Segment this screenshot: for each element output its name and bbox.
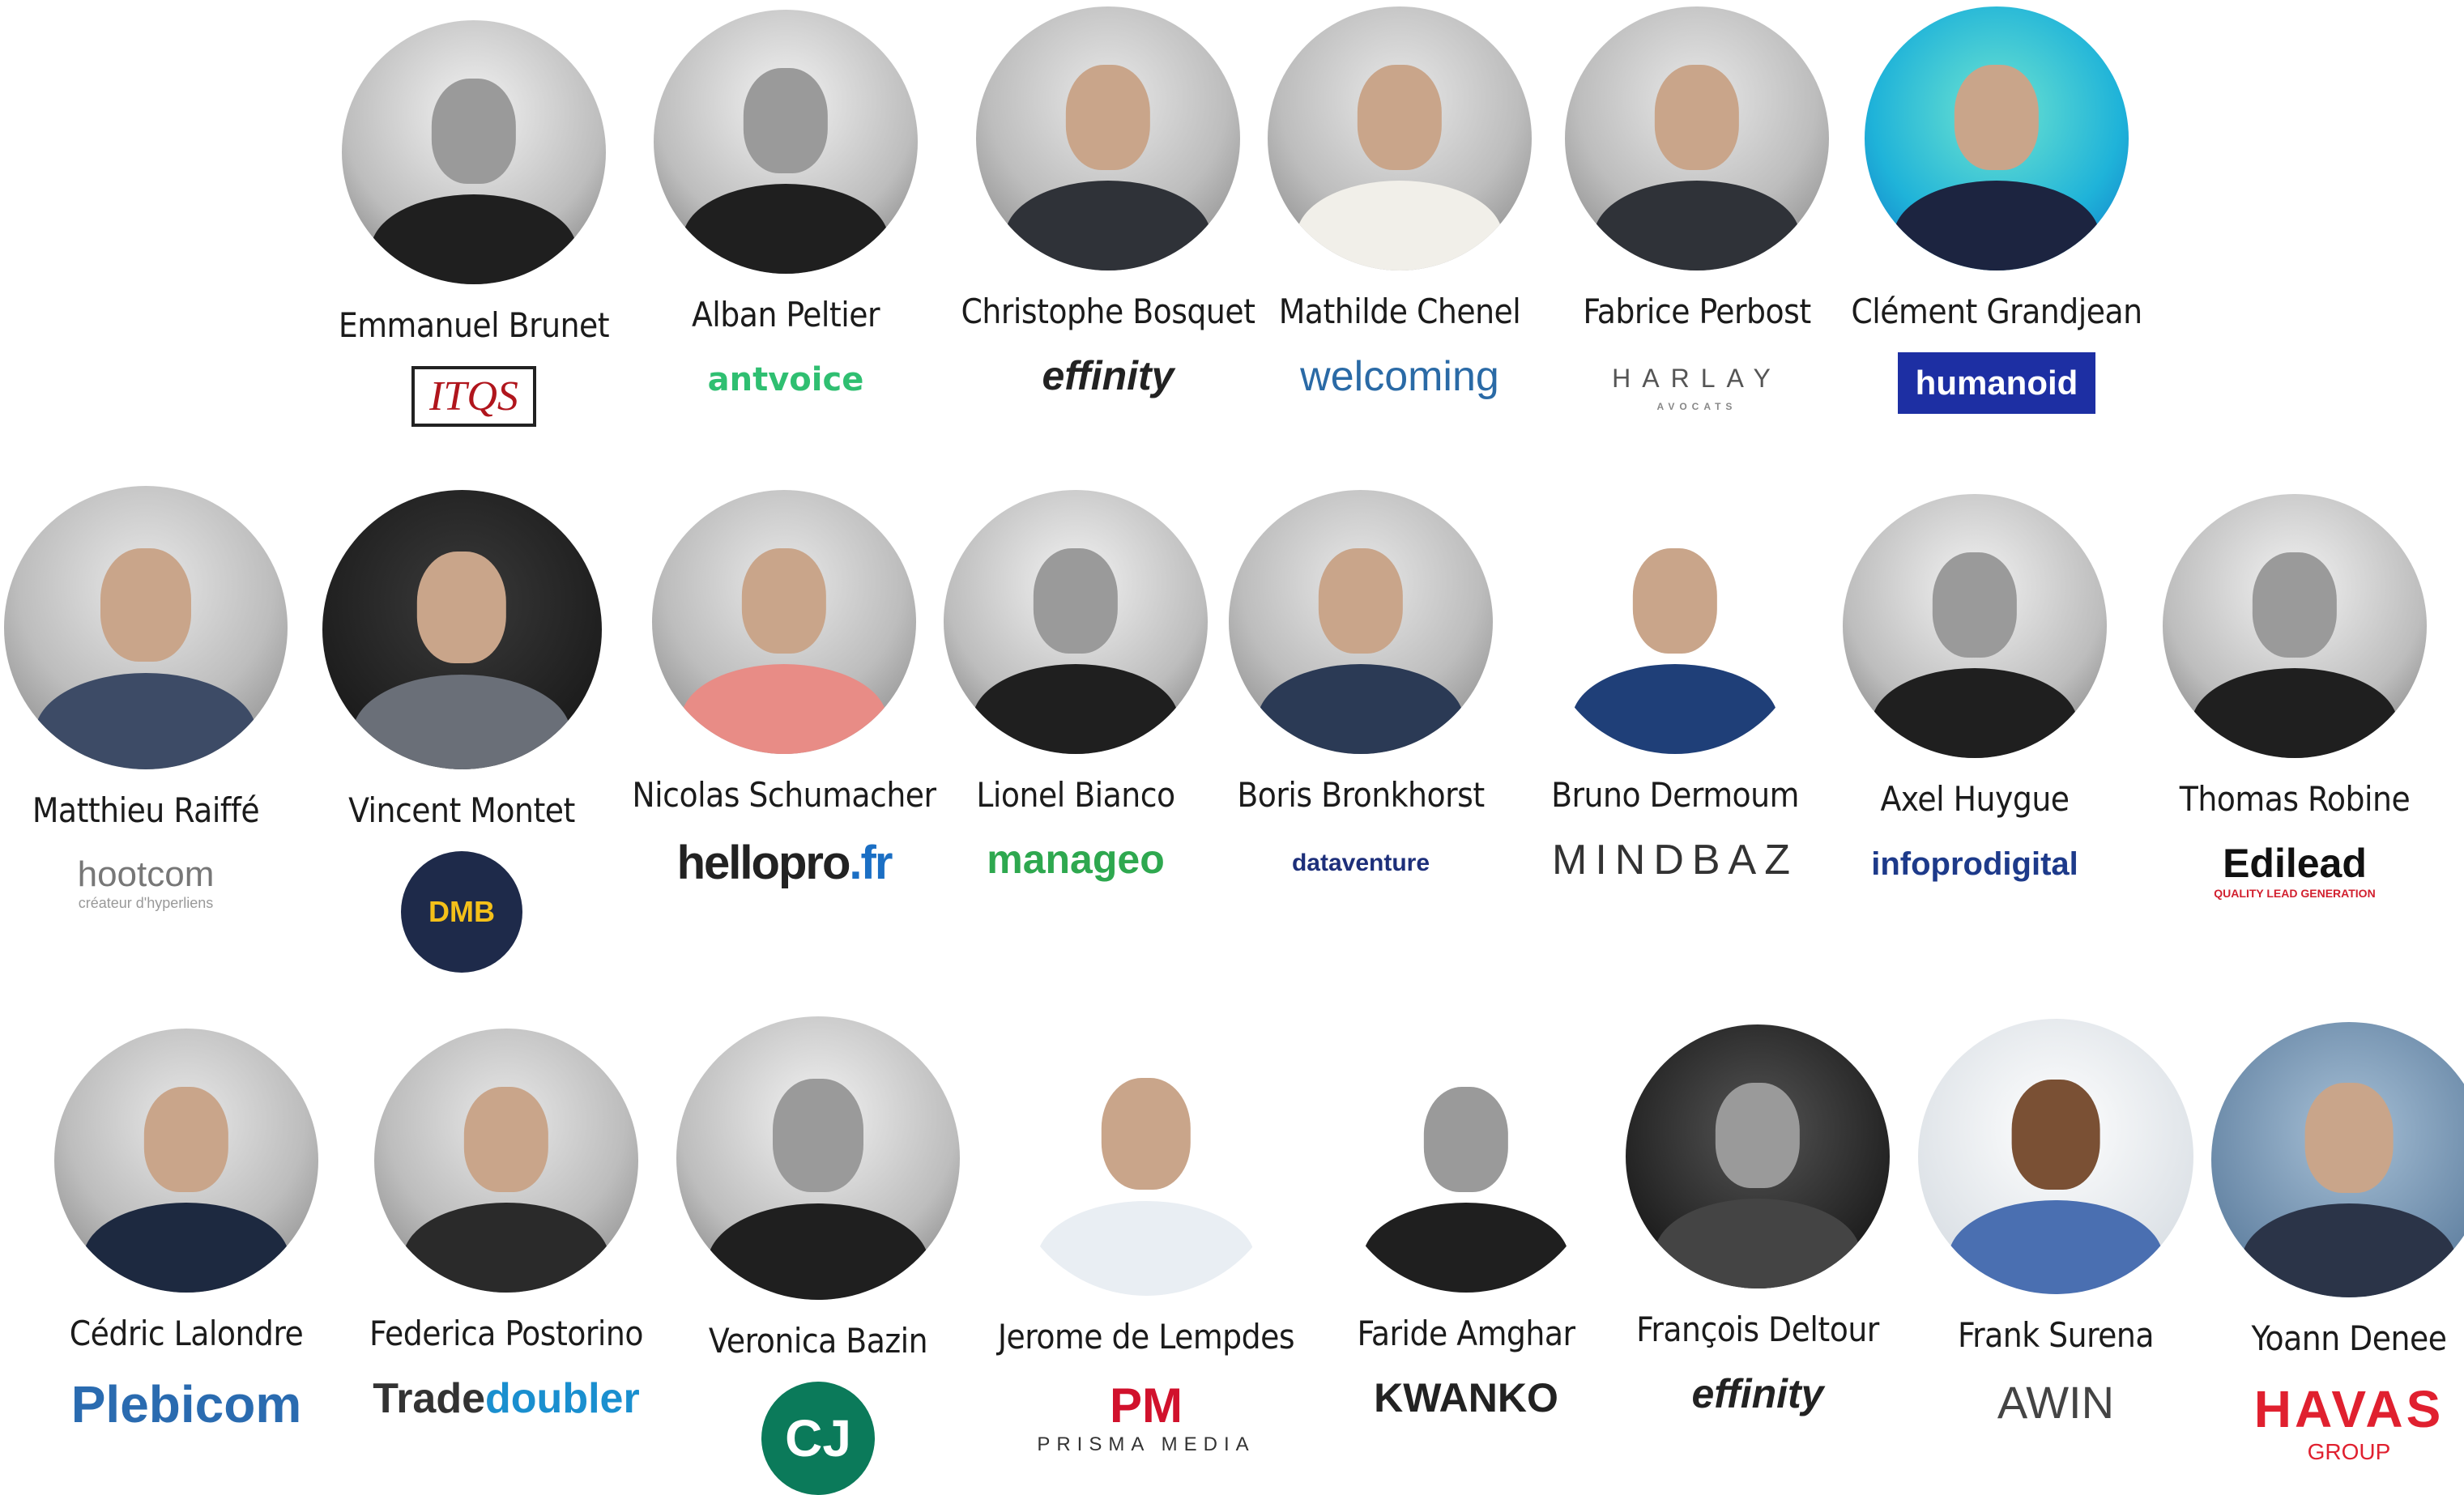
company-logo: manageo [987,837,1165,882]
speaker-card-thomas-robine: Thomas Robine Edilead QUALITY LEAD GENERA… [2133,494,2457,900]
speaker-name: Jerome de Lempdes [997,1317,1295,1357]
speaker-name: Federica Postorino [369,1314,644,1353]
speaker-photo [4,486,288,769]
speaker-card-emmanuel-brunet: Emmanuel Brunet ITQS [312,20,636,427]
speaker-name: Fabrice Perbost [1583,292,1811,331]
speaker-name: Matthieu Raiffé [32,790,260,830]
company-logo: antvoice [707,361,864,398]
speaker-photo [654,10,918,274]
speaker-card-cedric-lalondre: Cédric Lalondre Plebicom [24,1029,348,1434]
company-logo: Plebicom [70,1375,302,1433]
company-logo: CJ [761,1382,875,1495]
speaker-photo [1268,6,1532,270]
speaker-card-francois-deltour: François Deltour effinity [1596,1024,1920,1417]
company-logo: infoprodigital [1871,846,2078,882]
speaker-name: Axel Huygue [1880,779,2070,819]
company-logo: DMB [401,851,522,973]
company-logo: hellopro.fr [676,837,893,889]
speaker-name: Frank Surena [1957,1315,2155,1355]
speaker-photo [2211,1022,2464,1297]
speaker-card-mathilde-chenel: Mathilde Chenel welcoming [1238,6,1562,401]
company-logo: MINDBAZ [1552,837,1798,884]
speaker-name: Alban Peltier [691,295,880,334]
speaker-name: Veronica Bazin [708,1321,928,1361]
speaker-card-jerome-de-lempdes: Jerome de Lempdes PM PRISMA MEDIA [984,1016,1308,1456]
company-logo: humanoid [1897,352,2096,414]
speaker-photo [652,490,916,754]
speaker-name: Cédric Lalondre [69,1314,304,1353]
speaker-card-matthieu-raiffe: Matthieu Raiffé hootcom créateur d'hyperl… [0,486,308,912]
speaker-card-faride-amghar: Faride Amghar KWANKO [1304,1029,1628,1421]
speaker-name: François Deltour [1636,1310,1879,1349]
speaker-name: Emmanuel Brunet [338,305,610,345]
speaker-photo [1626,1024,1890,1288]
company-logo: hootcom [77,854,215,894]
speaker-photo [1334,1029,1598,1293]
speaker-card-veronica-bazin: Veronica Bazin CJ [656,1016,980,1495]
company-logo: dataventure [1291,850,1430,876]
company-logo: Edilead [2223,841,2367,886]
company-logo: Tradedoubler [373,1375,640,1422]
company-logo: ITQS [411,366,536,427]
speaker-name: Boris Bronkhorst [1237,775,1485,815]
speaker-name: Yoann Denee [2251,1318,2447,1358]
speaker-photo [1006,1016,1286,1296]
speaker-card-vincent-montet: Vincent Montet DMB [300,490,624,973]
speaker-photo [1565,6,1829,270]
company-logo: PM [1110,1378,1183,1433]
company-logo: HARLAY [1612,364,1782,393]
company-logo: AWIN [1997,1377,2115,1428]
speaker-photo [676,1016,960,1300]
speaker-photo [2163,494,2427,758]
speaker-photo [944,490,1208,754]
speaker-name: Vincent Montet [348,790,575,830]
speaker-name: Lionel Bianco [976,775,1175,815]
speaker-name: Thomas Robine [2179,779,2411,819]
company-logo: welcoming [1300,353,1499,400]
speaker-name: Faride Amghar [1357,1314,1575,1353]
company-logo-subtitle: AVOCATS [1656,401,1737,412]
company-logo-subtitle: GROUP [2307,1439,2391,1464]
speaker-name: Mathilde Chenel [1278,292,1521,331]
speaker-name: Bruno Dermoum [1551,775,1799,815]
speaker-photo [1843,494,2107,758]
speaker-photo [322,490,602,769]
company-logo: effinity [1042,353,1174,398]
company-logo-subtitle: créateur d'hyperliens [78,895,214,911]
speaker-card-alban-peltier: Alban Peltier antvoice [624,10,948,399]
speaker-card-fabrice-perbost: Fabrice Perbost HARLAY AVOCATS [1535,6,1859,412]
speaker-photo [1543,490,1807,754]
speaker-card-bruno-dermoum: Bruno Dermoum MINDBAZ [1513,490,1837,884]
speaker-card-clement-grandjean: Clément Grandjean humanoid [1835,6,2159,414]
company-logo: HAVAS [2253,1380,2445,1438]
speaker-photo [374,1029,638,1293]
company-logo: KWANKO [1374,1375,1558,1420]
speaker-card-frank-surena: Frank Surena AWIN [1894,1019,2218,1429]
speaker-card-christophe-bosquet: Christophe Bosquet effinity [946,6,1270,399]
speaker-photo [342,20,606,284]
speaker-card-boris-bronkhorst: Boris Bronkhorst dataventure [1199,490,1523,880]
speaker-name: Christophe Bosquet [961,292,1255,331]
speaker-name: Nicolas Schumacher [632,775,936,815]
speaker-photo [1865,6,2129,270]
speaker-photo [54,1029,318,1293]
speaker-photo [1229,490,1493,754]
speaker-photo [1918,1019,2193,1294]
company-logo-subtitle: QUALITY LEAD GENERATION [2214,887,2376,900]
speaker-card-federica-postorino: Federica Postorino Tradedoubler [344,1029,668,1423]
speaker-card-yoann-denee: Yoann Denee HAVAS GROUP [2187,1022,2464,1465]
speaker-name: Clément Grandjean [1851,292,2142,331]
company-logo: effinity [1691,1371,1824,1416]
speaker-card-nicolas-schumacher: Nicolas Schumacher hellopro.fr [622,490,946,890]
speaker-card-axel-huygue: Axel Huygue infoprodigital [1813,494,2137,884]
speaker-photo [976,6,1240,270]
speaker-card-lionel-bianco: Lionel Bianco manageo [914,490,1238,883]
company-logo-subtitle: PRISMA MEDIA [1037,1433,1255,1455]
